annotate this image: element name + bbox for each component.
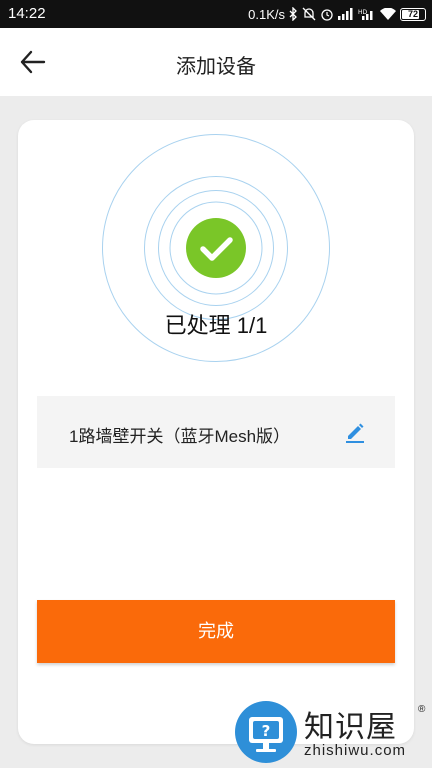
alarm-icon [320, 7, 334, 21]
result-card: 已处理 1/1 1路墙壁开关（蓝牙Mesh版） 完成 [18, 120, 414, 744]
status-bar: 14:22 0.1K/s HD 72 [0, 0, 432, 28]
watermark-name-cn: 知识屋 [304, 711, 397, 744]
wifi-icon [380, 8, 396, 20]
done-button[interactable]: 完成 [37, 600, 395, 663]
check-circle-icon [169, 201, 263, 295]
edit-pencil-icon[interactable] [343, 420, 367, 444]
watermark-logo: ? [234, 700, 298, 764]
header: 添加设备 [0, 28, 432, 96]
status-time: 14:22 [8, 5, 46, 22]
page-title: 添加设备 [176, 56, 256, 78]
bluetooth-icon [289, 7, 298, 21]
watermark-name-en: zhishiwu.com [304, 742, 407, 759]
status-icons: 0.1K/s HD 72 [248, 4, 426, 24]
hd-signal-icon: HD [358, 8, 376, 20]
device-name: 1路墙壁开关（蓝牙Mesh版） [69, 427, 291, 446]
signal-icon [338, 8, 354, 20]
watermark-registered-mark: ® [418, 704, 426, 715]
battery-icon: 72 [400, 7, 426, 21]
progress-status: 已处理 1/1 [164, 313, 268, 338]
svg-text:?: ? [262, 722, 271, 740]
net-speed: 0.1K/s [248, 6, 285, 22]
notification-off-icon [302, 7, 316, 21]
battery-level: 72 [407, 9, 418, 19]
device-item: 1路墙壁开关（蓝牙Mesh版） [37, 396, 395, 468]
watermark: ? 知识屋 ® zhishiwu.com [232, 700, 432, 768]
